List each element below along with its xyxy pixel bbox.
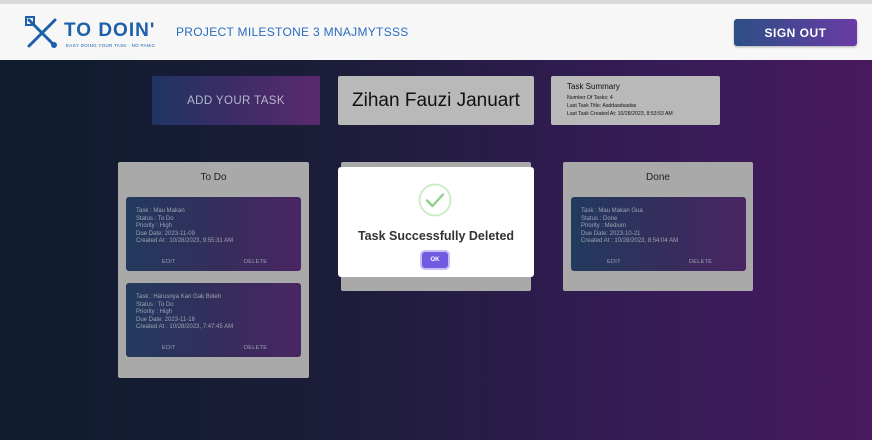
- logo-text: TO DOIN': [64, 20, 156, 41]
- sign-out-button[interactable]: SIGN OUT: [734, 19, 857, 46]
- delete-task-button[interactable]: DELETE: [244, 259, 267, 265]
- task-due-date: Due Date: 2023-11-09: [136, 230, 195, 237]
- done-column-title: Done: [646, 172, 670, 183]
- ok-button[interactable]: OK: [422, 252, 448, 268]
- app-header: TO DOIN' EASY DOING YOUR TASK · NO PANIC…: [0, 4, 872, 60]
- task-status: Status : To Do: [136, 215, 174, 222]
- summary-title: Task Summary: [567, 82, 620, 91]
- todo-column-title: To Do: [200, 172, 227, 183]
- task-due-date: Due Date: 2023-11-16: [136, 316, 195, 323]
- add-task-button[interactable]: ADD YOUR TASK: [152, 76, 320, 125]
- summary-last-created: Last Task Created At: 10/28/2023, 8:53:5…: [567, 111, 673, 117]
- task-priority: Priority : Medium: [581, 223, 627, 230]
- edit-task-button[interactable]: EDIT: [607, 259, 621, 265]
- task-details: Task : Mau Makan Gua Status : Done Prior…: [581, 208, 678, 246]
- app-logo[interactable]: TO DOIN' EASY DOING YOUR TASK · NO PANIC: [24, 15, 164, 53]
- edit-task-button[interactable]: EDIT: [162, 259, 176, 265]
- logo-cross-icon: [25, 16, 57, 48]
- delete-task-button[interactable]: DELETE: [689, 259, 712, 265]
- check-circle-icon: [418, 183, 452, 217]
- user-name-card: Zihan Fauzi Januart: [338, 76, 534, 125]
- logo-tagline: EASY DOING YOUR TASK · NO PANIC: [66, 43, 156, 48]
- task-details: Task : Harusnya Kan Gak Boleh Status : T…: [136, 294, 233, 332]
- task-summary-card: Task Summary Number Of Tasks: 4 Last Tas…: [551, 76, 720, 125]
- task-name: Task : Harusnya Kan Gak Boleh: [136, 294, 222, 300]
- task-name: Task : Mau Makan: [136, 208, 185, 214]
- edit-task-button[interactable]: EDIT: [162, 345, 176, 351]
- task-priority: Priority : High: [136, 223, 173, 230]
- summary-last-title: Last Task Title: Asddasdsadas: [567, 103, 637, 109]
- task-priority: Priority : High: [136, 309, 173, 316]
- task-card: Task : Mau Makan Status : To Do Priority…: [126, 197, 301, 271]
- task-status: Status : Done: [581, 215, 618, 222]
- task-created-at: Created At : 10/28/2023, 8:54:04 AM: [581, 238, 679, 245]
- todo-column: To Do Task : Mau Makan Status : To Do Pr…: [118, 162, 309, 378]
- task-details: Task : Mau Makan Status : To Do Priority…: [136, 208, 233, 246]
- delete-task-button[interactable]: DELETE: [244, 345, 267, 351]
- modal-title: Task Successfully Deleted: [357, 229, 515, 243]
- task-created-at: Created At : 10/28/2023, 9:55:31 AM: [136, 238, 234, 245]
- task-card: Task : Harusnya Kan Gak Boleh Status : T…: [126, 283, 301, 357]
- task-created-at: Created At : 10/28/2023, 7:47:45 AM: [136, 324, 234, 331]
- task-due-date: Due Date: 2023-10-21: [581, 230, 641, 237]
- project-title: PROJECT MILESTONE 3 MNAJMYTSSS: [176, 25, 409, 39]
- task-name: Task : Mau Makan Gua: [581, 208, 643, 214]
- task-status: Status : To Do: [136, 301, 174, 308]
- summary-task-count: Number Of Tasks: 4: [567, 95, 613, 101]
- done-column: Done Task : Mau Makan Gua Status : Done …: [563, 162, 753, 291]
- task-card: Task : Mau Makan Gua Status : Done Prior…: [571, 197, 746, 271]
